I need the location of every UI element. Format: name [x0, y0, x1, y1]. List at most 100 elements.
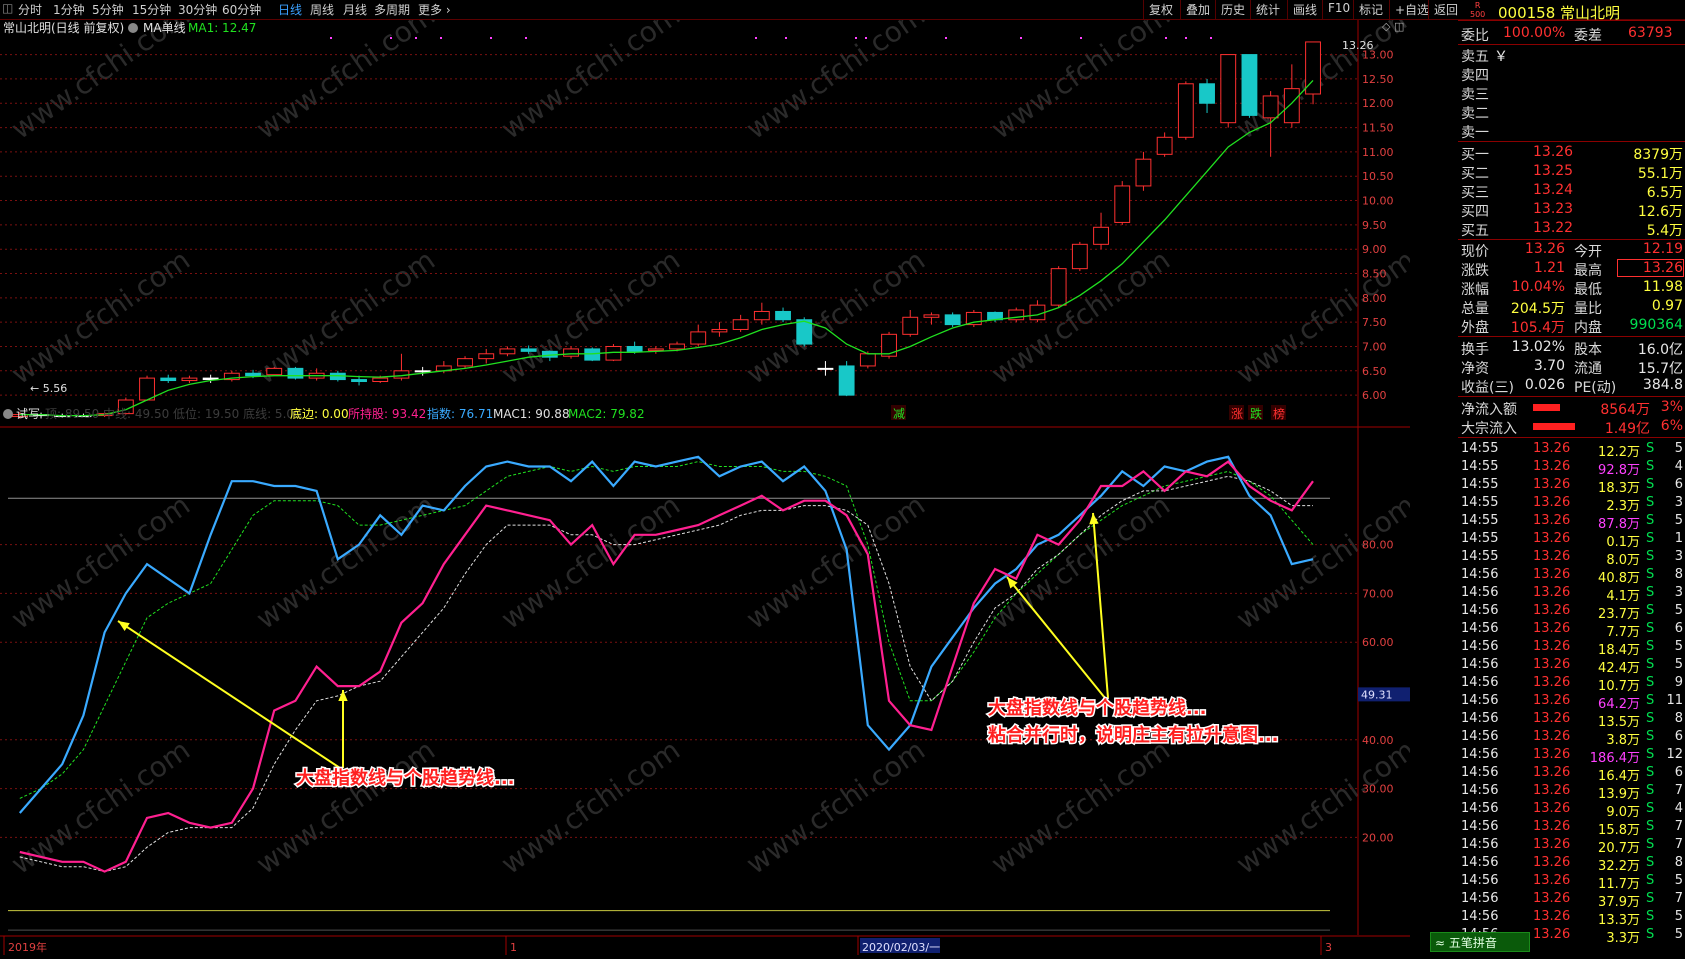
indicator-name[interactable]: MA单线 — [143, 21, 186, 35]
signal-dot — [415, 37, 417, 39]
indicator-toggle-icon[interactable] — [128, 23, 138, 33]
tick-volume: 40.8万 — [1598, 571, 1640, 586]
menu-icon[interactable]: ◫ — [2, 1, 13, 15]
buy-level-label: 买五 — [1461, 223, 1489, 239]
signal-dot — [1020, 37, 1022, 39]
event-label[interactable]: 跌 — [1250, 406, 1262, 421]
buy-level-volume: 55.1万 — [1637, 166, 1683, 182]
signal-dot — [440, 37, 442, 39]
fund-value: 15.7亿 — [1637, 361, 1683, 377]
top-toolbar: ◫ 分时 1分钟 5分钟 15分钟 30分钟 60分钟 日线 周线 月线 多周期 更多 › 复权 叠加… — [0, 0, 1685, 20]
event-label[interactable]: 榜 — [1273, 406, 1285, 421]
low-marker: ← 5.56 — [30, 382, 67, 395]
ma-value-label: MA1: 12.47 — [188, 21, 256, 35]
candle-body — [944, 314, 961, 326]
tab-5[interactable]: 60分钟 — [222, 1, 261, 18]
watermark-text: www.cfchi.com — [495, 243, 686, 390]
tick-side: S — [1646, 819, 1655, 834]
event-label[interactable]: 减 — [893, 407, 905, 421]
chart-svg[interactable]: www.cfchi.com www.cfchi.com www.cfchi.com w… — [0, 0, 1421, 955]
stat-label: 现价 — [1461, 244, 1489, 260]
candle-body — [1135, 158, 1152, 187]
tick-side: S — [1646, 495, 1655, 510]
tick-time: 14:56 — [1461, 801, 1499, 816]
toolbar-button-2[interactable]: 历史 — [1215, 0, 1250, 19]
toolbar-button-0[interactable]: 复权 — [1143, 0, 1178, 19]
cursor-value: 49.31 — [1361, 688, 1393, 701]
candle — [817, 361, 834, 376]
annotation-text: 粘合并行时，说明庄主有拉升意图... — [988, 724, 1279, 746]
tab-9[interactable]: 多周期 — [374, 1, 410, 18]
candle — [308, 368, 325, 381]
candle-body — [563, 348, 579, 357]
sub-toggle-icon[interactable] — [3, 409, 13, 419]
stat-value: 105.4万 — [1510, 320, 1565, 336]
toolbar-button-4[interactable]: 画线 — [1287, 0, 1322, 19]
candle-body — [1071, 243, 1088, 270]
candle-body — [690, 331, 707, 345]
tab-1[interactable]: 1分钟 — [53, 1, 85, 18]
sub-indicator-name[interactable]: 试写 — [16, 406, 40, 421]
tab-6[interactable]: 日线 — [278, 1, 302, 18]
tab-7[interactable]: 周线 — [310, 1, 334, 18]
tick-time: 14:56 — [1461, 909, 1499, 924]
tick-side: S — [1646, 477, 1655, 492]
signal-dot — [855, 37, 857, 39]
tick-time: 14:56 — [1461, 783, 1499, 798]
candle-body — [372, 377, 389, 383]
tab-10[interactable]: 更多 › — [418, 1, 451, 18]
candle — [1220, 54, 1237, 128]
tab-3[interactable]: 15分钟 — [132, 1, 171, 18]
stat-label: 量比 — [1574, 301, 1602, 317]
input-method-button[interactable]: ≈ 五笔拼音 — [1430, 932, 1530, 952]
tick-price: 13.26 — [1533, 801, 1571, 816]
candle — [732, 314, 749, 332]
pane-options-icon[interactable]: ◇ ◫ — [1382, 20, 1404, 33]
candle-body — [838, 365, 855, 396]
tick-volume: 18.3万 — [1598, 481, 1640, 496]
toolbar-button-5[interactable]: F10 — [1322, 0, 1355, 19]
candle-body — [647, 348, 664, 351]
buy-level-label: 买二 — [1461, 166, 1489, 182]
tick-row: 14:56 13.26 40.8万 S 8 — [1458, 567, 1685, 586]
tab-2[interactable]: 5分钟 — [92, 1, 124, 18]
chart-area[interactable]: www.cfchi.com www.cfchi.com www.cfchi.com w… — [0, 0, 1421, 955]
stat-value: 13.26 — [1617, 259, 1684, 277]
tick-price: 13.26 — [1533, 873, 1571, 888]
tick-time: 14:56 — [1461, 657, 1499, 672]
candle — [690, 324, 707, 347]
watermark-text: www.cfchi.com — [1230, 488, 1410, 635]
candle-body — [414, 370, 431, 373]
tab-4[interactable]: 30分钟 — [178, 1, 217, 18]
tick-side: S — [1646, 621, 1655, 636]
buy-level-price: 13.22 — [1533, 220, 1574, 236]
tab-8[interactable]: 月线 — [343, 1, 367, 18]
toolbar-button-3[interactable]: 统计 — [1250, 0, 1285, 19]
watermark-text: www.cfchi.com — [5, 20, 196, 146]
sub-tick-label: 60.00 — [1362, 636, 1394, 649]
signal-dot — [1210, 37, 1212, 39]
tick-count: 12 — [1666, 747, 1683, 762]
tick-row: 14:55 13.26 0.1万 S 1 — [1458, 531, 1685, 550]
price-tick-label: 7.50 — [1362, 316, 1387, 329]
tick-row: 14:56 13.26 42.4万 S 5 — [1458, 657, 1685, 676]
tick-row: 14:55 13.26 2.3万 S 3 — [1458, 495, 1685, 514]
tick-volume: 15.8万 — [1598, 823, 1640, 838]
x-axis: 2019年 1 2020/02/03/一 3 — [0, 935, 1410, 955]
legend-item: MAC2: 79.82 — [568, 407, 645, 421]
toolbar-button-1[interactable]: 叠加 — [1180, 0, 1215, 19]
tab-0[interactable]: 分时 — [18, 1, 42, 18]
stat-value: 12.19 — [1642, 241, 1683, 257]
candle-body — [1114, 185, 1131, 223]
tick-count: 3 — [1674, 585, 1683, 600]
tick-volume: 87.8万 — [1598, 517, 1640, 532]
tick-price: 13.26 — [1533, 459, 1571, 474]
watermark-text: www.cfchi.com — [740, 20, 931, 146]
tick-volume: 13.3万 — [1598, 913, 1640, 928]
tick-row: 14:56 13.26 3.8万 S 6 — [1458, 729, 1685, 748]
flow-value: 8564万 — [1600, 402, 1650, 418]
event-label[interactable]: 涨 — [1231, 406, 1243, 421]
weicha-value: 63793 — [1628, 25, 1673, 41]
tick-volume: 16.4万 — [1598, 769, 1640, 784]
toolbar-button-6[interactable]: 标记 — [1353, 0, 1388, 19]
